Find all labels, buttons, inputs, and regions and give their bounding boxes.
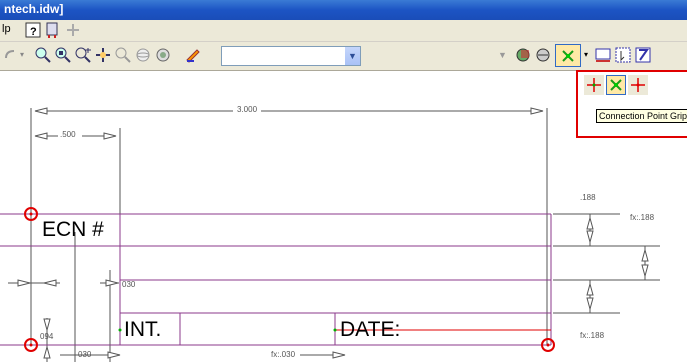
grip-flyout-toolbar — [584, 75, 654, 97]
connection-point-grip-icon — [610, 79, 622, 91]
dimension-left[interactable]: .500 — [60, 130, 76, 139]
tooltip: Connection Point Grip — [596, 109, 687, 123]
dimension-fx-right-bottom[interactable]: fx:.188 — [580, 331, 604, 340]
dimension-030-mid[interactable]: 030 — [122, 280, 135, 289]
label-int: INT. — [124, 318, 162, 341]
center-point-grip-icon — [587, 78, 601, 92]
center-point-grip-button[interactable] — [584, 75, 604, 95]
label-ecn: ECN # — [42, 218, 104, 241]
label-date: DATE: — [340, 318, 401, 341]
end-point-grip-button[interactable] — [628, 75, 648, 95]
dimension-094[interactable]: 094 — [40, 332, 53, 341]
dimension-right-top[interactable]: .188 — [580, 193, 596, 202]
dimension-overall[interactable]: 3.000 — [237, 105, 257, 114]
end-point-grip-icon — [631, 78, 645, 92]
drawing-geometry — [0, 107, 660, 362]
dimension-fx-bottom[interactable]: fx:.030 — [271, 350, 295, 359]
dimension-030-bottom[interactable]: 030 — [78, 350, 91, 359]
connection-point-grip-button[interactable] — [606, 75, 626, 95]
dimension-fx-right-top[interactable]: fx:.188 — [630, 213, 654, 222]
